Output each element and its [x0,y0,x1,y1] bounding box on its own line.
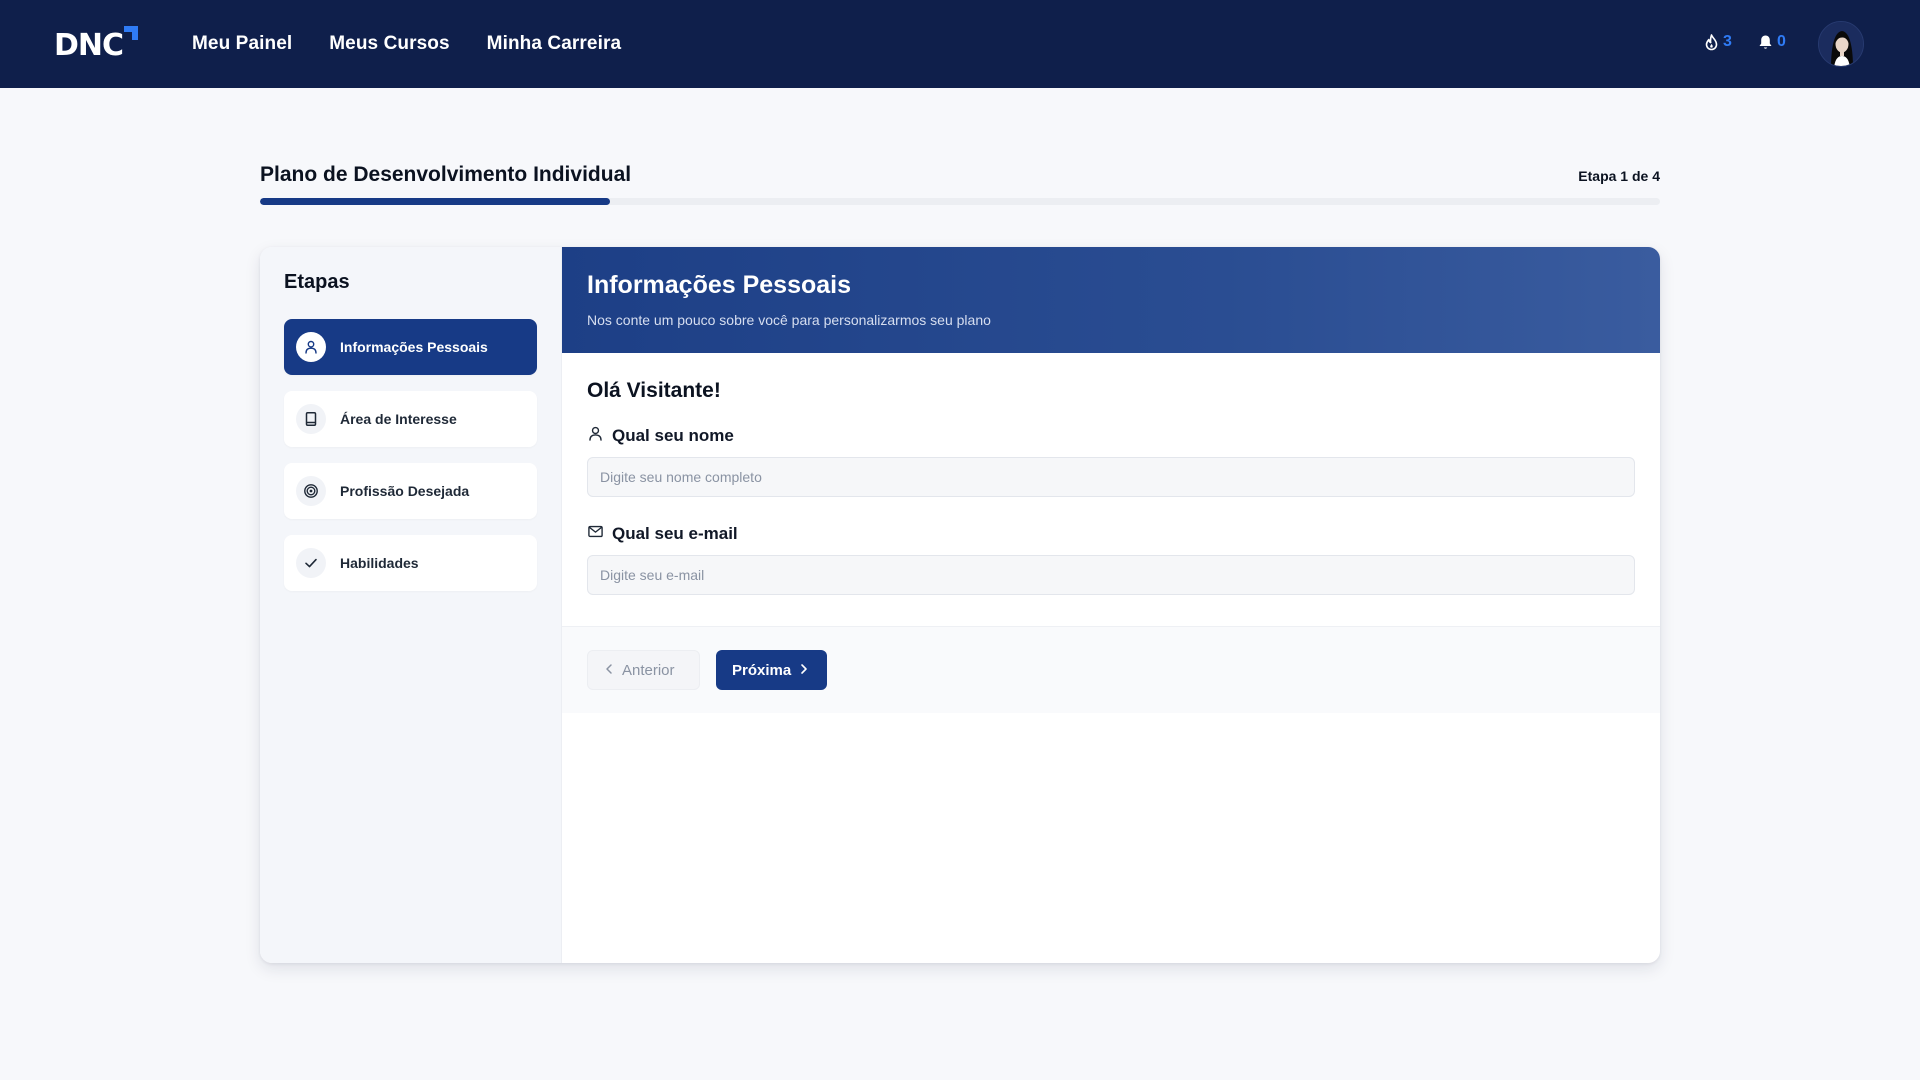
top-navigation-bar: DNC Meu Painel Meus Cursos Minha Carreir… [0,0,1920,88]
bell-icon [1758,34,1773,51]
main-nav: Meu Painel Meus Cursos Minha Carreira [192,0,621,88]
step-item-area-de-interesse[interactable]: Área de Interesse [284,391,537,447]
fire-icon [1704,33,1719,51]
previous-button-label: Anterior [622,661,675,679]
user-avatar[interactable] [1818,21,1864,67]
logo-mark [124,26,138,40]
plan-progress-bar [260,198,1660,205]
step-indicator: Etapa 1 de 4 [1578,168,1660,184]
section-title: Informações Pessoais [587,271,852,299]
previous-button[interactable]: Anterior [587,650,700,690]
user-icon [296,332,326,362]
chevron-right-icon [799,662,809,679]
chevron-left-icon [604,662,614,679]
notifications-count: 0 [1777,33,1786,50]
check-icon [296,548,326,578]
streak-counter[interactable]: 3 [1704,33,1732,51]
nav-item-meus-cursos[interactable]: Meus Cursos [329,33,449,55]
next-button-label: Próxima [732,661,792,679]
logo-text: DNC [54,27,124,63]
section-header: Informações Pessoais Nos conte um pouco … [562,247,1660,353]
nav-item-minha-carreira[interactable]: Minha Carreira [487,33,621,55]
step-label: Área de Interesse [340,411,457,427]
plan-progress-fill [260,198,610,205]
form-actions: Anterior Próxima [562,627,1660,713]
step-content: Informações Pessoais Nos conte um pouco … [562,247,1660,963]
nav-item-meu-painel[interactable]: Meu Painel [192,33,292,55]
email-input[interactable] [587,555,1635,595]
step-item-informacoes-pessoais[interactable]: Informações Pessoais [284,319,537,375]
step-label: Informações Pessoais [340,339,488,355]
step-label: Profissão Desejada [340,483,470,499]
next-button[interactable]: Próxima [716,650,827,690]
personal-info-form: Olá Visitante! Qual seu nome Digite seu … [562,353,1660,627]
step-item-profissao-desejada[interactable]: Profissão Desejada [284,463,537,519]
name-label-text: Qual seu nome [612,426,734,445]
header-actions: 3 0 [1660,0,1920,88]
step-label: Habilidades [340,555,419,571]
plan-card: Etapas Informações Pessoais Área de Inte… [260,247,1660,963]
plan-title: Plano de Desenvolvimento Individual [260,163,632,186]
step-item-habilidades[interactable]: Habilidades [284,535,537,591]
steps-sidebar: Etapas Informações Pessoais Área de Inte… [260,247,562,963]
email-field-label: Qual seu e-mail [587,523,1635,545]
greeting: Olá Visitante! [587,379,721,402]
user-icon [587,425,604,447]
notifications-counter[interactable]: 0 [1758,33,1786,51]
book-icon [296,404,326,434]
email-label-text: Qual seu e-mail [612,524,738,543]
dnc-logo[interactable]: DNC [54,26,138,63]
name-input[interactable] [587,457,1635,497]
sidebar-title: Etapas [284,271,350,293]
mail-icon [587,523,604,545]
section-subtitle: Nos conte um pouco sobre você para perso… [587,312,991,328]
name-field-label: Qual seu nome [587,425,1635,447]
streak-count: 3 [1723,33,1732,50]
target-icon [296,476,326,506]
